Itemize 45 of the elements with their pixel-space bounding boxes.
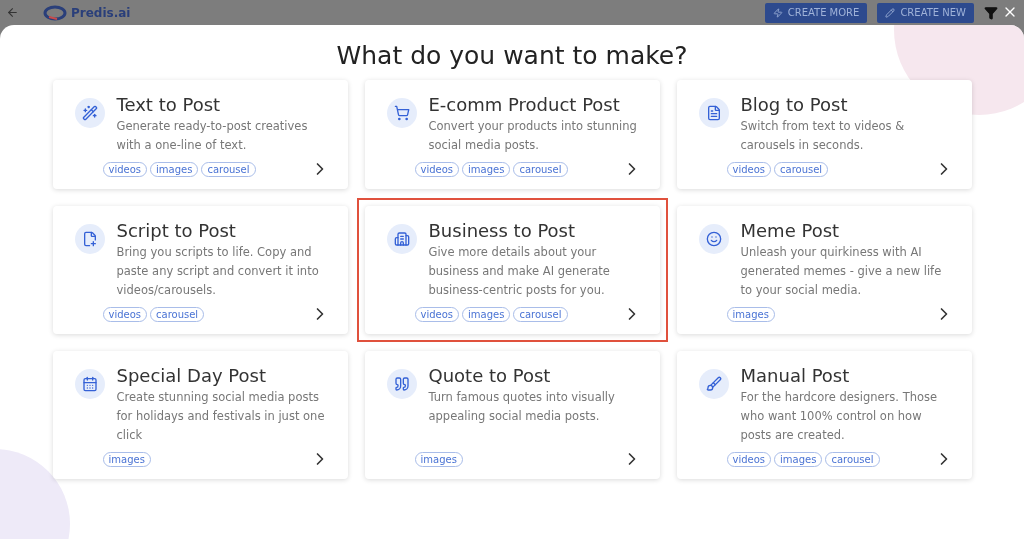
option-card[interactable]: Special Day Post Create stunning social media posts for holidays and festivals in just one click images <box>44 343 356 487</box>
card-description: Convert your products into stunning social media posts. <box>428 118 638 154</box>
header-button[interactable]: CREATE MORE <box>764 2 868 23</box>
logo-icon <box>43 4 67 21</box>
wand-icon <box>74 98 105 128</box>
logo-text: Predis.ai <box>71 5 131 20</box>
pencil-icon <box>885 7 896 18</box>
bolt-icon <box>772 7 783 18</box>
card-description: Turn famous quotes into visually appealing social media posts. <box>428 389 616 425</box>
option-card[interactable]: Blog to Post Switch from text to videos & carousels in seconds. videos carousel <box>668 72 980 197</box>
card-title: Text to Post <box>116 94 222 115</box>
card-description: For the hardcore designers. Those who want 100% control on how posts are created. <box>740 389 939 444</box>
quote-icon <box>386 369 417 399</box>
brush-icon <box>698 369 729 399</box>
option-card[interactable]: Meme Post Unleash your quirkiness with AI generated memes - give a new life to your social media. images <box>668 198 980 342</box>
filter-icon[interactable] <box>984 5 998 20</box>
document-icon <box>698 98 729 128</box>
card-title: Manual Post <box>740 365 851 386</box>
card-description: Unleash your quirkiness with AI generated memes - give a new life to your social media. <box>740 244 943 299</box>
card-title: Meme Post <box>740 220 841 241</box>
card-description: Generate ready-to-post creatives with a one-line of text. <box>116 118 309 154</box>
card-description: Switch from text to videos & carousels in seconds. <box>740 118 906 154</box>
document-plus-icon <box>74 224 105 254</box>
card-description: Give more details about your business and make AI generate business-centric posts for you. <box>428 244 611 299</box>
option-card[interactable]: E-comm Product Post Convert your products into stunning social media posts. videos images carousel <box>356 72 668 197</box>
option-card[interactable]: Text to Post Generate ready-to-post creatives with a one-line of text. videos images carousel <box>44 72 356 197</box>
cart-icon <box>386 98 417 128</box>
smiley-icon <box>698 224 729 254</box>
building-icon <box>386 224 417 254</box>
card-title: Script to Post <box>116 220 237 241</box>
option-card[interactable]: Business to Post Give more details about your business and make AI generate business-centric posts for you. videos images carousel <box>356 198 668 342</box>
modal-title: What do you want to make? <box>336 41 688 70</box>
option-card[interactable]: Script to Post Bring you scripts to life. Copy and paste any script and convert it into videos/carousels. videos carousel <box>44 198 356 342</box>
card-title: E-comm Product Post <box>428 94 621 115</box>
card-title: Business to Post <box>428 220 577 241</box>
back-arrow-icon[interactable] <box>6 6 19 19</box>
card-title: Blog to Post <box>740 94 849 115</box>
header-button[interactable]: CREATE NEW <box>877 2 974 23</box>
calendar-icon <box>74 369 105 399</box>
option-card[interactable]: Manual Post For the hardcore designers. Those who want 100% control on how posts are created. videos images carousel <box>668 343 980 487</box>
card-description: Bring you scripts to life. Copy and paste any script and convert it into videos/carousels. <box>116 244 320 299</box>
card-description: Create stunning social media posts for holidays and festivals in just one click <box>116 389 326 444</box>
option-card[interactable]: Quote to Post Turn famous quotes into visually appealing social media posts. images <box>356 343 668 487</box>
card-title: Quote to Post <box>428 365 552 386</box>
card-title: Special Day Post <box>116 365 267 386</box>
